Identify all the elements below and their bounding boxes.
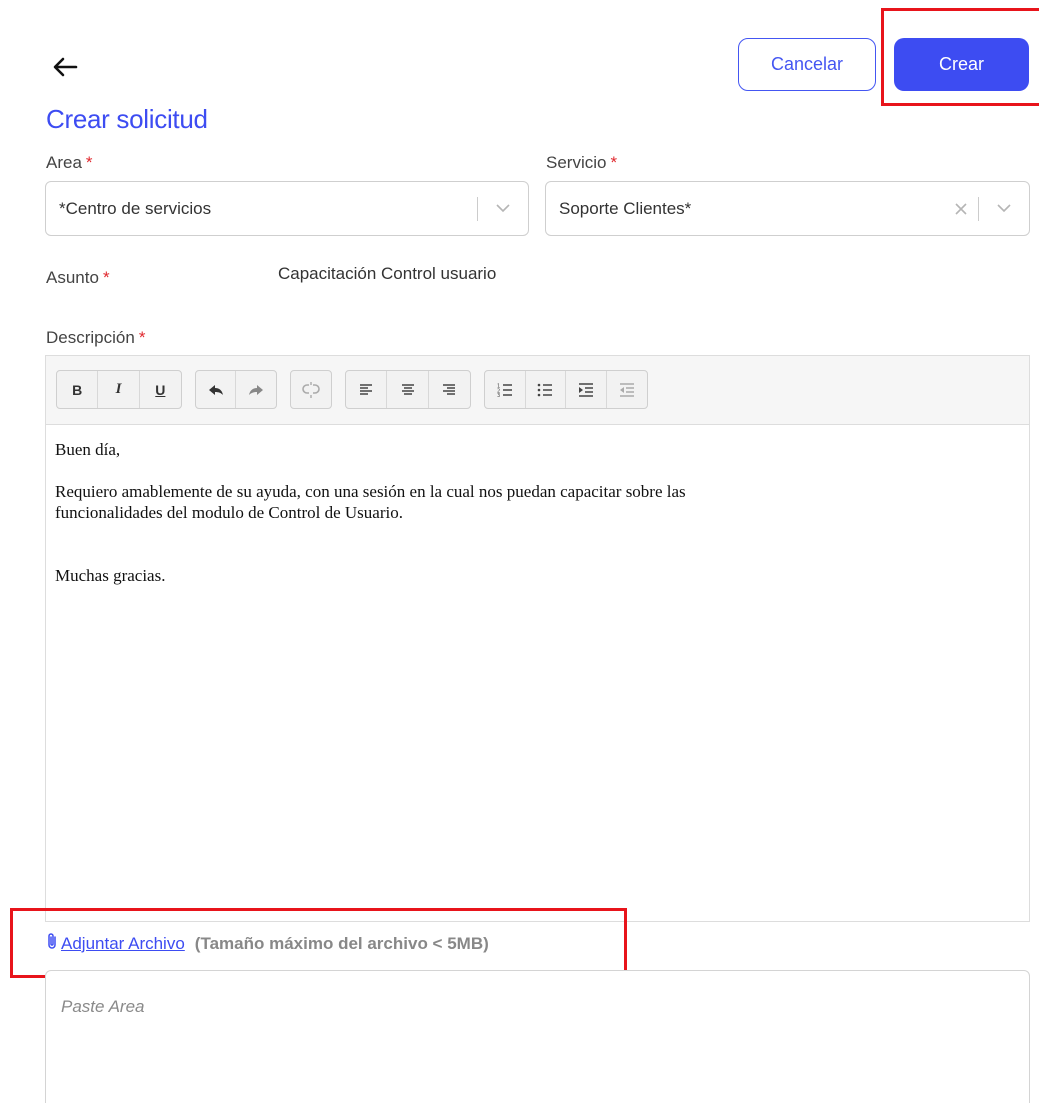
ordered-list-icon[interactable]: 123 <box>485 371 526 408</box>
area-select[interactable]: *Centro de servicios <box>45 181 529 236</box>
align-right-icon[interactable] <box>429 371 470 408</box>
format-group: B I U <box>56 370 182 409</box>
history-group <box>195 370 277 409</box>
asunto-label: Asunto * <box>46 268 110 287</box>
cancel-button[interactable]: Cancelar <box>738 38 876 91</box>
indent-icon[interactable] <box>566 371 607 408</box>
page-title: Crear solicitud <box>46 104 208 134</box>
clear-icon[interactable] <box>944 182 978 235</box>
editor-content[interactable]: Buen día, Requiero amablemente de su ayu… <box>46 425 1029 600</box>
link-group <box>290 370 332 409</box>
align-group <box>345 370 471 409</box>
attach-row: Adjuntar Archivo (Tamaño máximo del arch… <box>45 932 489 955</box>
required-mark: * <box>138 328 146 347</box>
attach-file-link[interactable]: Adjuntar Archivo <box>61 934 185 954</box>
attach-size-note: (Tamaño máximo del archivo < 5MB) <box>194 933 489 953</box>
redo-icon[interactable] <box>236 371 276 408</box>
paste-area-placeholder: Paste Area <box>61 997 145 1016</box>
paperclip-icon[interactable] <box>45 932 59 955</box>
asunto-input[interactable]: Capacitación Control usuario <box>278 264 496 284</box>
svg-text:3: 3 <box>497 393 500 397</box>
align-center-icon[interactable] <box>387 371 429 408</box>
servicio-select[interactable]: Soporte Clientes* <box>545 181 1030 236</box>
unlink-icon[interactable] <box>291 371 331 408</box>
area-select-value: *Centro de servicios <box>59 198 212 218</box>
outdent-icon[interactable] <box>607 371 647 408</box>
required-mark: * <box>102 268 110 287</box>
chevron-down-icon[interactable] <box>478 182 528 235</box>
descripcion-label: Descripción * <box>46 328 146 347</box>
undo-icon[interactable] <box>196 371 237 408</box>
bold-button[interactable]: B <box>57 371 99 408</box>
align-left-icon[interactable] <box>346 371 388 408</box>
paste-area[interactable]: Paste Area <box>45 970 1030 1103</box>
body-line: Muchas gracias. <box>55 566 166 585</box>
list-group: 123 <box>484 370 648 409</box>
italic-button[interactable]: I <box>98 371 140 408</box>
body-line: Requiero amablemente de su ayuda, con un… <box>55 482 686 501</box>
required-mark: * <box>85 153 93 172</box>
body-line: Buen día, <box>55 440 121 459</box>
required-mark: * <box>610 153 618 172</box>
bullet-list-icon[interactable] <box>526 371 566 408</box>
back-arrow-icon[interactable] <box>52 56 78 78</box>
create-button[interactable]: Crear <box>894 38 1029 91</box>
servicio-select-value: Soporte Clientes* <box>559 198 692 218</box>
servicio-label: Servicio * <box>546 153 618 172</box>
editor-toolbar: B I U 1 2 3 <box>46 356 1029 425</box>
description-editor[interactable]: B I U 1 2 3 Buen día, Requiero amablemen… <box>45 355 1030 922</box>
area-label: Area * <box>46 153 93 172</box>
underline-button[interactable]: U <box>140 371 181 408</box>
chevron-down-icon[interactable] <box>979 182 1029 235</box>
body-line: funcionalidades del modulo de Control de… <box>55 503 403 522</box>
